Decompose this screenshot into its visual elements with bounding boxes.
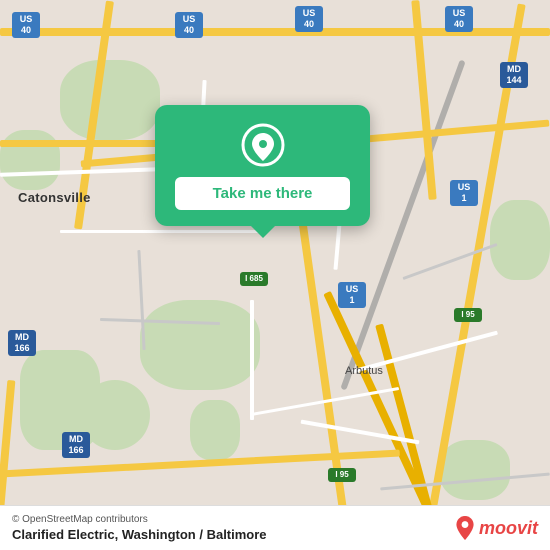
location-name: Clarified Electric [12, 527, 115, 542]
popup-card: Take me there [155, 105, 370, 226]
location-subtitle: Washington / Baltimore [122, 527, 267, 542]
green-area-1 [140, 300, 260, 390]
badge-i95-right: I 95 [454, 308, 482, 322]
road-white-4 [250, 300, 254, 420]
catonsville-label: Catonsville [18, 190, 91, 205]
location-info: Clarified Electric, Washington / Baltimo… [12, 527, 267, 542]
badge-us40-4: US40 [445, 6, 473, 32]
green-area-3 [80, 380, 150, 450]
badge-md144: MD144 [500, 62, 528, 88]
moovit-brand-text: moovit [479, 518, 538, 539]
green-area-5 [0, 130, 60, 190]
moovit-logo: moovit [455, 516, 538, 540]
badge-md166-left: MD166 [8, 330, 36, 356]
green-area-8 [490, 200, 550, 280]
badge-us40-3: US40 [295, 6, 323, 32]
location-pin-icon [241, 123, 285, 167]
badge-us1-right: US1 [450, 180, 478, 206]
bottom-left-info: © OpenStreetMap contributors Clarified E… [12, 514, 267, 542]
green-area-4 [60, 60, 160, 140]
bottom-bar: © OpenStreetMap contributors Clarified E… [0, 505, 550, 550]
take-me-there-button[interactable]: Take me there [175, 177, 350, 210]
arbutus-label: Arbutus [345, 365, 383, 377]
green-area-7 [440, 440, 510, 500]
badge-us40-1: US40 [12, 12, 40, 38]
green-area-6 [190, 400, 240, 460]
badge-i685: I 685 [240, 272, 268, 286]
badge-us1-center: US1 [338, 282, 366, 308]
osm-attribution: © OpenStreetMap contributors [12, 514, 267, 525]
badge-i95-bottom: I 95 [328, 468, 356, 482]
badge-us40-2: US40 [175, 12, 203, 38]
moovit-pin-icon [455, 516, 475, 540]
badge-md166-bottom: MD166 [62, 432, 90, 458]
road-white-2 [60, 230, 260, 233]
map-container: Catonsville Arbutus US40 US40 US40 US40 … [0, 0, 550, 550]
